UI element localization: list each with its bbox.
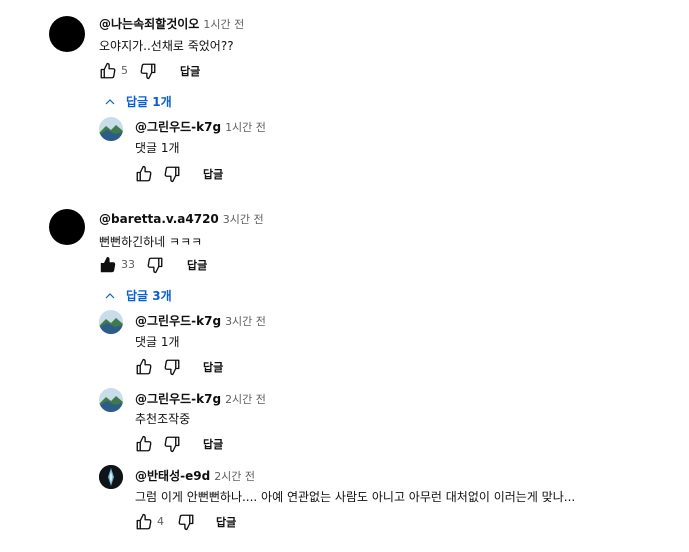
thumbs-down-icon[interactable] (163, 358, 181, 376)
comment-time[interactable]: 1시간 전 (225, 121, 266, 134)
comment-header: @그린우드-k7g 3시간 전 (135, 312, 266, 329)
thumbs-down-icon[interactable] (163, 435, 181, 453)
reply-button[interactable]: 답글 (187, 257, 207, 273)
thumbs-up-icon[interactable] (99, 62, 117, 80)
author-name[interactable]: @나는속죄할것이오 (99, 17, 199, 31)
comment-text: 그럼 이게 안뻔뻔하나.... 아예 연관없는 사람도 아니고 아무런 대처없이… (135, 490, 576, 504)
comment-time[interactable]: 1시간 전 (203, 18, 244, 31)
author-name[interactable]: @그린우드-k7g (135, 392, 221, 406)
replies-toggle[interactable]: 답글 3개 (104, 287, 172, 304)
like-count: 5 (121, 64, 128, 77)
thumbs-down-icon[interactable] (163, 165, 181, 183)
avatar[interactable] (49, 209, 85, 245)
reply-button[interactable]: 답글 (216, 514, 236, 530)
thumbs-up-icon[interactable] (135, 358, 153, 376)
comment-header: @baretta.v.a4720 3시간 전 (99, 211, 264, 227)
author-name[interactable]: @baretta.v.a4720 (99, 212, 219, 226)
avatar[interactable] (99, 310, 123, 334)
comment-time[interactable]: 3시간 전 (225, 315, 266, 328)
thumbs-up-icon[interactable] (135, 435, 153, 453)
comment-time[interactable]: 2시간 전 (225, 393, 266, 406)
comment-header: @그린우드-k7g 2시간 전 (135, 390, 266, 407)
thumbs-down-icon[interactable] (139, 62, 157, 80)
thumbs-down-icon[interactable] (177, 513, 195, 531)
comment-header: @나는속죄할것이오 1시간 전 (99, 15, 244, 32)
replies-toggle-label: 답글 3개 (126, 289, 172, 303)
avatar[interactable] (99, 388, 123, 412)
thumbs-down-icon[interactable] (146, 256, 164, 274)
author-name[interactable]: @반태성-e9d (135, 469, 210, 483)
comment-text: 오야지가..선채로 죽었어?? (99, 39, 234, 53)
author-name[interactable]: @그린우드-k7g (135, 314, 221, 328)
thumbs-up-icon[interactable] (135, 513, 153, 531)
avatar[interactable] (99, 465, 123, 489)
comment-time[interactable]: 3시간 전 (223, 213, 264, 226)
like-count: 33 (121, 258, 135, 271)
chevron-up-icon (104, 96, 116, 108)
replies-toggle[interactable]: 답글 1개 (104, 93, 172, 110)
reply-button[interactable]: 답글 (203, 359, 223, 375)
comment-header: @반태성-e9d 2시간 전 (135, 467, 255, 484)
reply-button[interactable]: 답글 (203, 166, 223, 182)
reply-button[interactable]: 답글 (203, 436, 223, 452)
comment-text: 댓글 1개 (135, 335, 180, 349)
reply-button[interactable]: 답글 (180, 63, 200, 79)
comment-text: 댓글 1개 (135, 141, 180, 155)
comment-time[interactable]: 2시간 전 (214, 470, 255, 483)
avatar[interactable] (99, 117, 123, 141)
comment-header: @그린우드-k7g 1시간 전 (135, 118, 266, 135)
replies-toggle-label: 답글 1개 (126, 95, 172, 109)
chevron-up-icon (104, 290, 116, 302)
comment-text: 추천조작중 (135, 412, 191, 426)
thumbs-up-icon[interactable] (99, 256, 117, 274)
author-name[interactable]: @그린우드-k7g (135, 120, 221, 134)
avatar[interactable] (49, 16, 85, 52)
thumbs-up-icon[interactable] (135, 165, 153, 183)
comment-text: 뻔뻔하긴하네 ㅋㅋㅋ (99, 235, 203, 249)
like-count: 4 (157, 515, 164, 528)
